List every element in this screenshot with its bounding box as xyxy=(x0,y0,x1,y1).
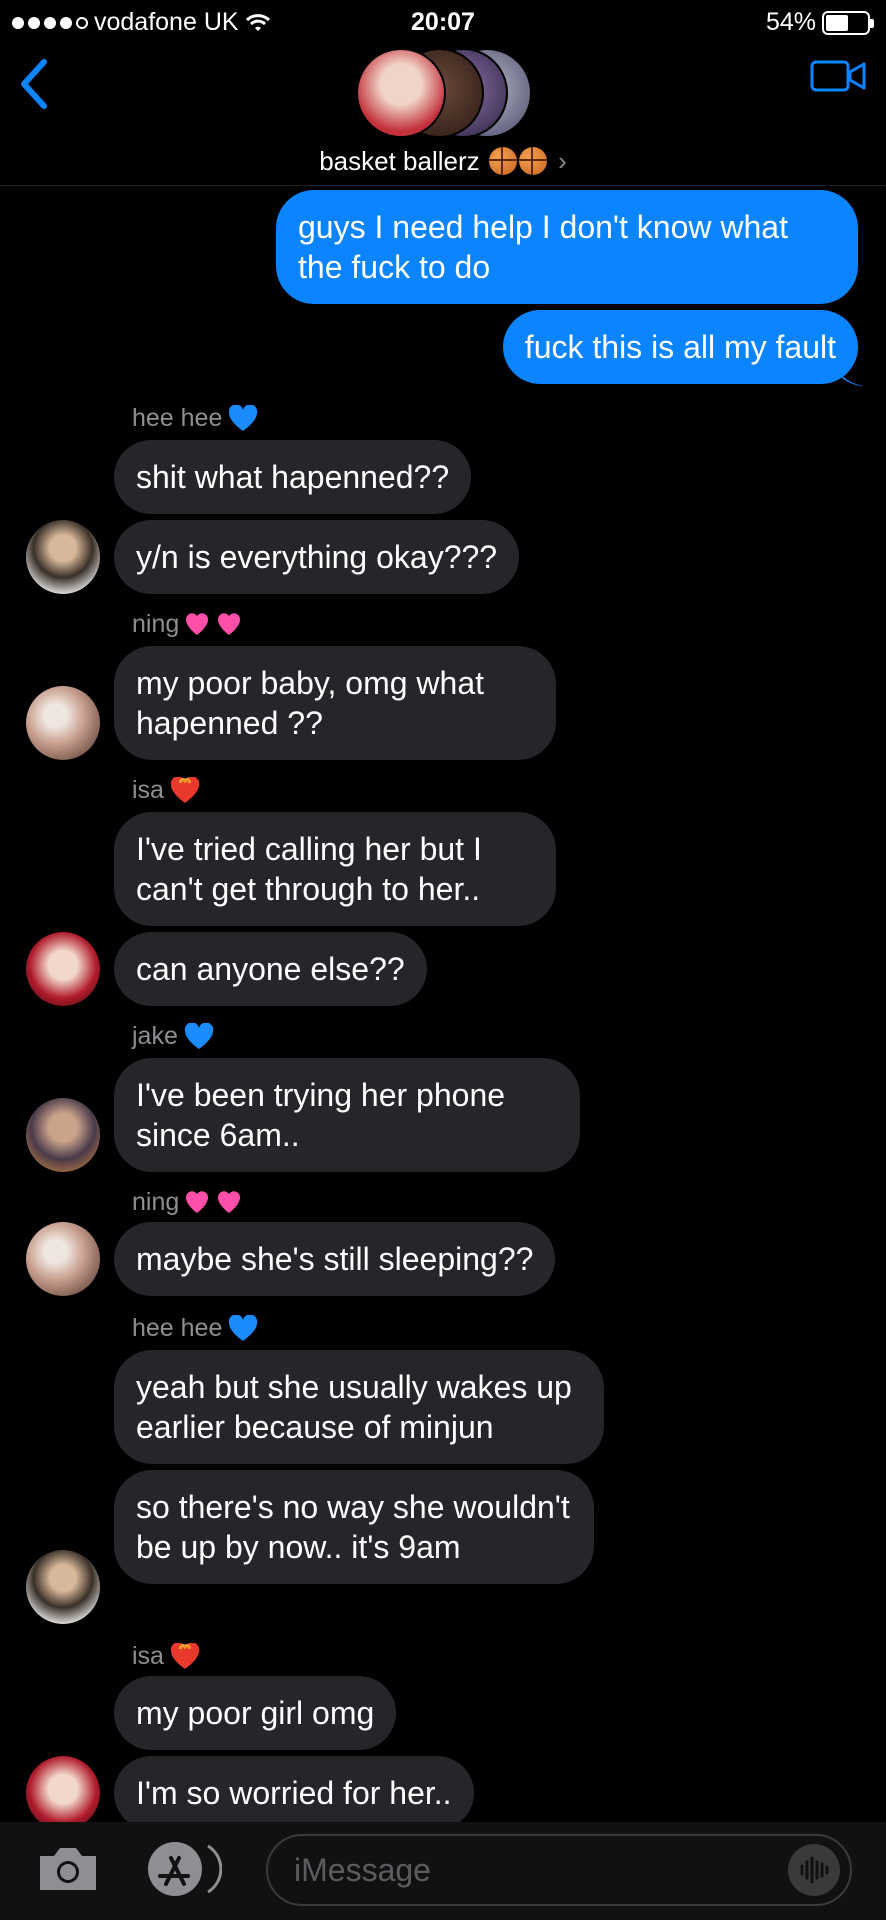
received-message[interactable]: can anyone else?? xyxy=(114,932,427,1006)
video-camera-icon[interactable] xyxy=(810,56,866,96)
two-hearts-icon xyxy=(186,612,241,635)
received-message[interactable]: I'm so worried for her.. xyxy=(114,1756,474,1830)
message-text: shit what hapenned?? xyxy=(136,459,450,495)
received-message[interactable]: shit what hapenned?? xyxy=(114,440,472,514)
heart-on-fire-icon xyxy=(170,1642,200,1669)
group-name: basket ballerz xyxy=(319,146,480,176)
sent-message[interactable]: fuck this is all my fault xyxy=(502,310,858,384)
avatar-hee-hee[interactable] xyxy=(26,520,100,594)
message-text: guys I need help I don't know what the f… xyxy=(298,209,788,285)
avatar-ning[interactable] xyxy=(26,686,100,760)
sender-name: hee hee xyxy=(132,404,258,433)
received-message[interactable]: maybe she's still sleeping?? xyxy=(114,1222,556,1296)
status-bar: vodafone UK 20:07 54% xyxy=(0,0,886,44)
heart-on-fire-icon xyxy=(170,776,200,803)
message-list[interactable]: guys I need help I don't know what the f… xyxy=(0,186,886,1830)
message-text: maybe she's still sleeping?? xyxy=(136,1241,534,1277)
avatar-ning[interactable] xyxy=(26,1222,100,1296)
message-text: fuck this is all my fault xyxy=(524,329,836,365)
blue-heart-icon xyxy=(229,404,258,431)
received-message[interactable]: I've tried calling her but I can't get t… xyxy=(114,812,556,926)
message-text: y/n is everything okay??? xyxy=(136,539,498,575)
sender-name: ning xyxy=(132,610,245,639)
avatar-jake[interactable] xyxy=(26,1098,100,1172)
audio-waveform-icon[interactable] xyxy=(788,1844,840,1896)
group-avatar-stack[interactable] xyxy=(356,48,536,140)
clock: 20:07 xyxy=(411,8,475,36)
group-name-row[interactable]: basket ballerz › xyxy=(0,146,886,177)
sent-message[interactable]: guys I need help I don't know what the f… xyxy=(276,190,858,304)
received-message[interactable]: y/n is everything okay??? xyxy=(114,520,520,594)
received-message[interactable]: yeah but she usually wakes up earlier be… xyxy=(114,1350,604,1464)
sender-name: jake xyxy=(132,1022,214,1051)
sender-name: isa xyxy=(132,1642,200,1671)
group-avatar xyxy=(356,48,446,138)
avatar-hee-hee[interactable] xyxy=(26,1550,100,1624)
basketball-icon xyxy=(518,147,547,175)
two-hearts-icon xyxy=(186,1190,241,1213)
chevron-right-icon: › xyxy=(558,146,567,176)
sender-name: ning xyxy=(132,1188,245,1217)
battery-percent: 54% xyxy=(765,8,816,36)
blue-heart-icon xyxy=(229,1314,258,1341)
battery-icon xyxy=(822,10,874,35)
message-input[interactable] xyxy=(294,1836,754,1904)
message-text: I've been trying her phone since 6am.. xyxy=(136,1077,506,1153)
message-text: can anyone else?? xyxy=(136,951,405,987)
conversation-header: basket ballerz › xyxy=(0,44,886,186)
basketball-icon xyxy=(488,147,517,175)
received-message[interactable]: my poor girl omg xyxy=(114,1676,397,1750)
received-message[interactable]: I've been trying her phone since 6am.. xyxy=(114,1058,580,1172)
message-text: yeah but she usually wakes up earlier be… xyxy=(136,1369,572,1445)
compose-bar xyxy=(0,1822,886,1920)
sender-name: isa xyxy=(132,776,200,805)
camera-icon[interactable] xyxy=(36,1844,100,1894)
message-text: so there's no way she wouldn't be up by … xyxy=(136,1489,570,1565)
blue-heart-icon xyxy=(184,1022,214,1049)
avatar-isa[interactable] xyxy=(26,1756,100,1830)
message-text: I'm so worried for her.. xyxy=(136,1775,452,1811)
message-input-field[interactable] xyxy=(266,1834,852,1906)
avatar-isa[interactable] xyxy=(26,932,100,1006)
bubble-tail xyxy=(836,366,866,386)
message-text: my poor baby, omg what hapenned ?? xyxy=(136,665,485,741)
battery-group: 54% xyxy=(765,8,874,37)
sender-name: hee hee xyxy=(132,1314,258,1343)
received-message[interactable]: my poor baby, omg what hapenned ?? xyxy=(114,646,556,760)
received-message[interactable]: so there's no way she wouldn't be up by … xyxy=(114,1470,594,1584)
message-text: my poor girl omg xyxy=(136,1695,375,1731)
message-text: I've tried calling her but I can't get t… xyxy=(136,831,482,907)
app-store-icon[interactable] xyxy=(146,1840,222,1898)
chevron-left-icon[interactable] xyxy=(14,54,54,114)
